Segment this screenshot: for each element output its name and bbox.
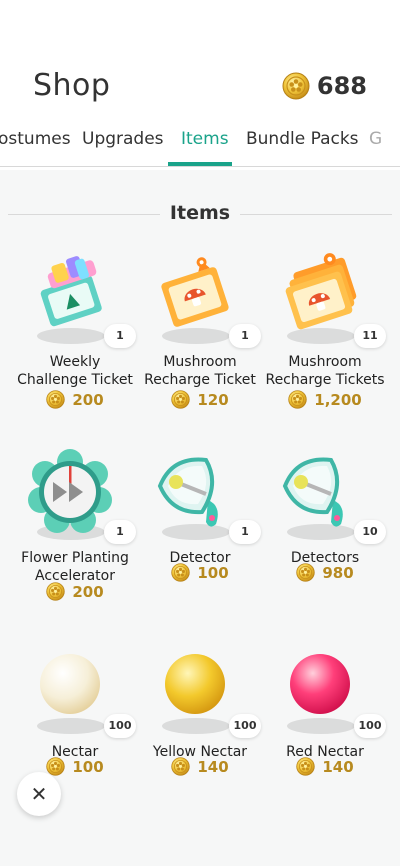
coin-icon	[171, 563, 190, 582]
coin-icon	[296, 757, 315, 776]
item-name: Mushroom Recharge Tickets	[265, 354, 385, 388]
coin-amount: 688	[316, 72, 367, 100]
weekly-challenge-ticket-icon	[37, 256, 105, 344]
item-count-badge: 1	[229, 520, 261, 544]
mushroom-recharge-ticket-icon	[161, 257, 230, 344]
item-name: Mushroom Recharge Ticket	[144, 354, 256, 388]
coin-icon	[171, 757, 190, 776]
tab-bar: ostumes Upgrades Items Bundle Packs G	[0, 118, 400, 167]
coin-icon	[46, 757, 65, 776]
coin-icon	[296, 563, 315, 582]
yellow-nectar-icon	[162, 654, 230, 734]
coin-balance: 688	[282, 72, 367, 100]
detector-icon	[157, 457, 230, 540]
item-count-badge: 100	[104, 714, 136, 738]
coin-icon	[288, 390, 307, 409]
item-count-badge: 100	[354, 714, 386, 738]
item-count-badge: 100	[229, 714, 261, 738]
detectors-icon	[282, 457, 355, 540]
shop-item-yellow-nectar[interactable]: 100 Yellow Nectar 140	[135, 642, 265, 812]
item-price: 100	[135, 563, 265, 582]
shop-item-red-nectar[interactable]: 100 Red Nectar 140	[260, 642, 390, 812]
shop-item-mushroom-recharge-tickets[interactable]: 11 Mushroom Recharge Tickets 1,200	[260, 252, 390, 422]
coin-icon	[46, 390, 65, 409]
flower-accelerator-icon	[28, 449, 112, 540]
item-count-badge: 11	[354, 324, 386, 348]
section-header: Items	[0, 200, 400, 230]
mushroom-recharge-tickets-icon	[285, 253, 357, 344]
item-price: 1,200	[260, 390, 390, 409]
item-price: 200	[10, 390, 140, 409]
page-title: Shop	[33, 68, 111, 103]
close-button[interactable]: ✕	[17, 772, 61, 816]
item-price: 980	[260, 563, 390, 582]
shop-item-weekly-challenge-ticket[interactable]: 1 Weekly Challenge Ticket 200	[10, 252, 140, 422]
item-name: Flower Planting Accelerator	[21, 550, 129, 584]
items-section: Items 1 Weekly Challenge Ticket 200 1 Mu…	[0, 170, 400, 866]
tab-upgrades[interactable]: Upgrades	[82, 129, 164, 149]
item-count-badge: 1	[104, 324, 136, 348]
tab-bundle-packs[interactable]: Bundle Packs	[246, 129, 359, 149]
section-title: Items	[159, 202, 241, 224]
shop-item-detectors[interactable]: 10 Detectors 980	[260, 448, 390, 618]
active-tab-indicator	[168, 162, 232, 166]
red-nectar-icon	[287, 654, 355, 734]
shop-item-flower-planting-accelerator[interactable]: 1 Flower Planting Accelerator 200	[10, 448, 140, 618]
item-price: 140	[260, 757, 390, 776]
item-price: 120	[135, 390, 265, 409]
coin-icon	[282, 72, 310, 100]
coin-icon	[46, 582, 65, 601]
item-price: 200	[10, 582, 140, 601]
item-price: 140	[135, 757, 265, 776]
coin-icon	[171, 390, 190, 409]
item-count-badge: 1	[229, 324, 261, 348]
item-name: Weekly Challenge Ticket	[17, 354, 133, 388]
shop-item-mushroom-recharge-ticket[interactable]: 1 Mushroom Recharge Ticket 120	[135, 252, 265, 422]
nectar-icon	[37, 654, 105, 734]
tab-more[interactable]: G	[369, 129, 382, 149]
item-count-badge: 10	[354, 520, 386, 544]
shop-item-detector[interactable]: 1 Detector 100	[135, 448, 265, 618]
tab-items[interactable]: Items	[181, 129, 229, 149]
item-count-badge: 1	[104, 520, 136, 544]
close-icon: ✕	[30, 782, 48, 806]
tab-costumes[interactable]: ostumes	[0, 129, 71, 149]
